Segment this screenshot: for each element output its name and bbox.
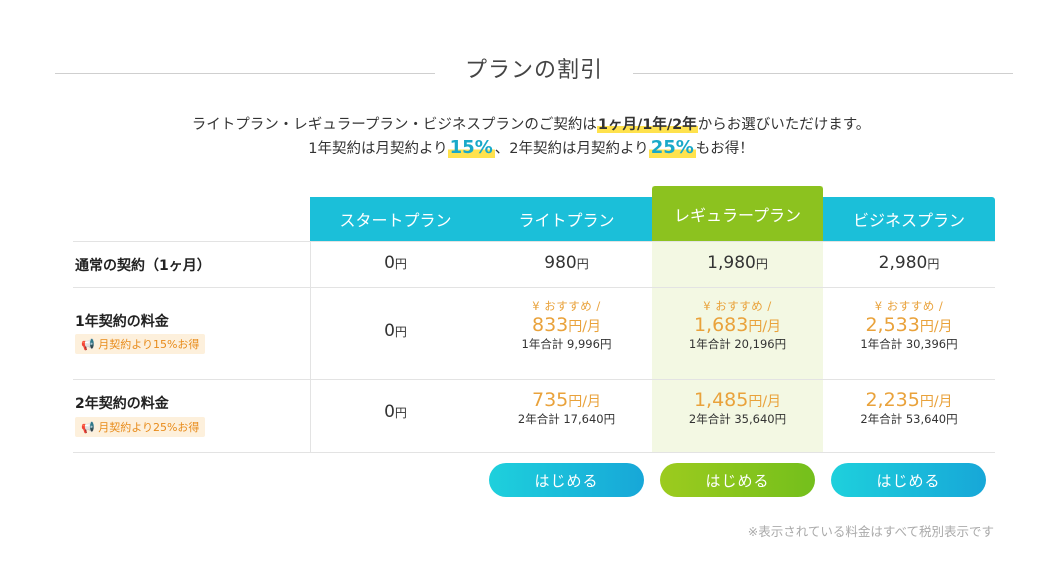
recommend-label: ¥ おすすめ / xyxy=(874,299,944,313)
price-business-monthly: 2,980円 xyxy=(878,253,940,273)
section-title-row: プランの割引 xyxy=(55,52,1013,88)
header-regular-plan: レギュラープラン xyxy=(652,186,823,241)
start-regular-button[interactable]: はじめる xyxy=(660,463,815,497)
price-regular-2year: 1,485円/月 2年合計 35,640円 xyxy=(652,389,823,427)
row-label-monthly: 通常の契約（1ヶ月） xyxy=(75,258,211,274)
row-divider xyxy=(73,452,995,453)
price-light-2year: 735円/月 2年合計 17,640円 xyxy=(481,389,652,427)
two-year-total: 2年合計 53,640円 xyxy=(860,412,958,426)
megaphone-icon: 📢 xyxy=(81,338,95,351)
intro-line-1: ライトプラン・レギュラープラン・ビジネスプランのご契約は1ヶ月/1年/2年からお… xyxy=(0,113,1062,134)
title-divider-right xyxy=(633,73,1013,74)
intro-text: 、2年契約は月契約より xyxy=(494,141,649,157)
section-title: プランの割引 xyxy=(464,58,603,83)
tax-footnote: ※表示されている料金はすべて税別表示です xyxy=(747,524,994,539)
monthly-price: 2,235円/月 xyxy=(865,389,953,411)
discount-25-highlight: 25% xyxy=(648,137,696,158)
intro-text: 1年契約は月契約より xyxy=(308,141,448,157)
intro-text: ライトプラン・レギュラープラン・ビジネスプランのご契約は xyxy=(191,117,597,133)
contract-periods-highlight: 1ヶ月/1年/2年 xyxy=(596,117,698,133)
megaphone-icon: 📢 xyxy=(81,421,95,434)
discount-tag-1year: 📢 月契約より15%お得 xyxy=(75,334,206,354)
discount-tag-2year: 📢 月契約より25%お得 xyxy=(75,417,206,437)
monthly-price: 735円/月 xyxy=(532,389,601,411)
price-start-monthly: 0円 xyxy=(384,253,407,273)
recommend-label: ¥ おすすめ / xyxy=(703,299,772,313)
intro-text: もお得！ xyxy=(695,141,754,157)
start-light-button[interactable]: はじめる xyxy=(489,463,644,497)
header-business-plan: ビジネスプラン xyxy=(823,197,995,241)
title-divider-left xyxy=(55,73,435,74)
price-light-1year: ¥ おすすめ / 833円/月 1年合計 9,996円 xyxy=(481,298,652,352)
yearly-total: 1年合計 20,196円 xyxy=(688,337,787,351)
discount-15-highlight: 15% xyxy=(447,137,495,158)
price-regular-1year: ¥ おすすめ / 1,683円/月 1年合計 20,196円 xyxy=(652,298,823,352)
monthly-price: 833円/月 xyxy=(532,314,601,336)
price-business-1year: ¥ おすすめ / 2,533円/月 1年合計 30,396円 xyxy=(823,298,995,352)
price-start-2year: 0円 xyxy=(384,402,407,422)
price-start-1year: 0円 xyxy=(384,321,407,341)
pricing-table: スタートプラン ライトプラン レギュラープラン ビジネスプラン 通常の契約（1ヶ… xyxy=(73,186,995,453)
recommend-label: ¥ おすすめ / xyxy=(532,299,601,313)
two-year-total: 2年合計 17,640円 xyxy=(517,412,616,426)
row-divider xyxy=(73,379,995,380)
yearly-total: 1年合計 9,996円 xyxy=(521,337,612,351)
two-year-total: 2年合計 35,640円 xyxy=(688,412,787,426)
row-label-2year: 2年契約の料金 xyxy=(75,396,169,412)
price-regular-monthly: 1,980円 xyxy=(707,253,768,273)
monthly-price: 1,485円/月 xyxy=(693,389,782,411)
intro-line-2: 1年契約は月契約より 15% 、2年契約は月契約より 25% もお得！ xyxy=(0,137,1062,158)
price-light-monthly: 980円 xyxy=(544,253,589,273)
price-business-2year: 2,235円/月 2年合計 53,640円 xyxy=(823,389,995,427)
yearly-total: 1年合計 30,396円 xyxy=(860,337,958,351)
monthly-price: 1,683円/月 xyxy=(693,314,782,336)
row-divider xyxy=(73,241,995,242)
row-label-1year: 1年契約の料金 xyxy=(75,314,169,330)
intro-text: からお選びいただけます。 xyxy=(697,117,871,133)
header-light-plan: ライトプラン xyxy=(481,197,652,241)
header-start-plan: スタートプラン xyxy=(310,197,481,241)
row-divider xyxy=(73,287,995,288)
start-business-button[interactable]: はじめる xyxy=(831,463,986,497)
monthly-price: 2,533円/月 xyxy=(865,314,953,336)
